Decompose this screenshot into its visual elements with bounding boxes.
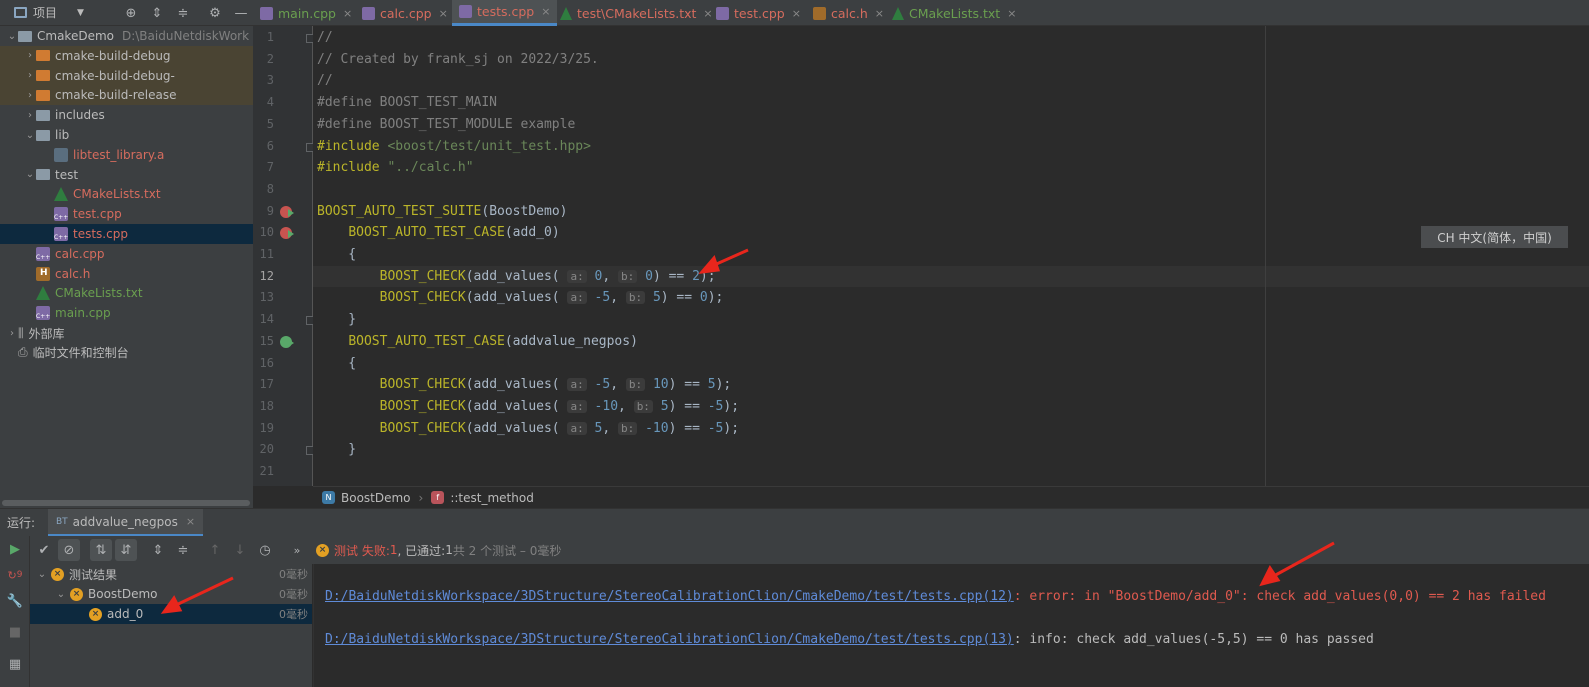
arrow-console — [1271, 541, 1335, 579]
arrow-code-head — [698, 255, 721, 274]
annotation-arrows — [160, 248, 1335, 614]
arrow-test-tree-head — [160, 595, 183, 614]
arrow-test-tree — [173, 576, 234, 608]
arrow-console-head — [1259, 565, 1281, 587]
